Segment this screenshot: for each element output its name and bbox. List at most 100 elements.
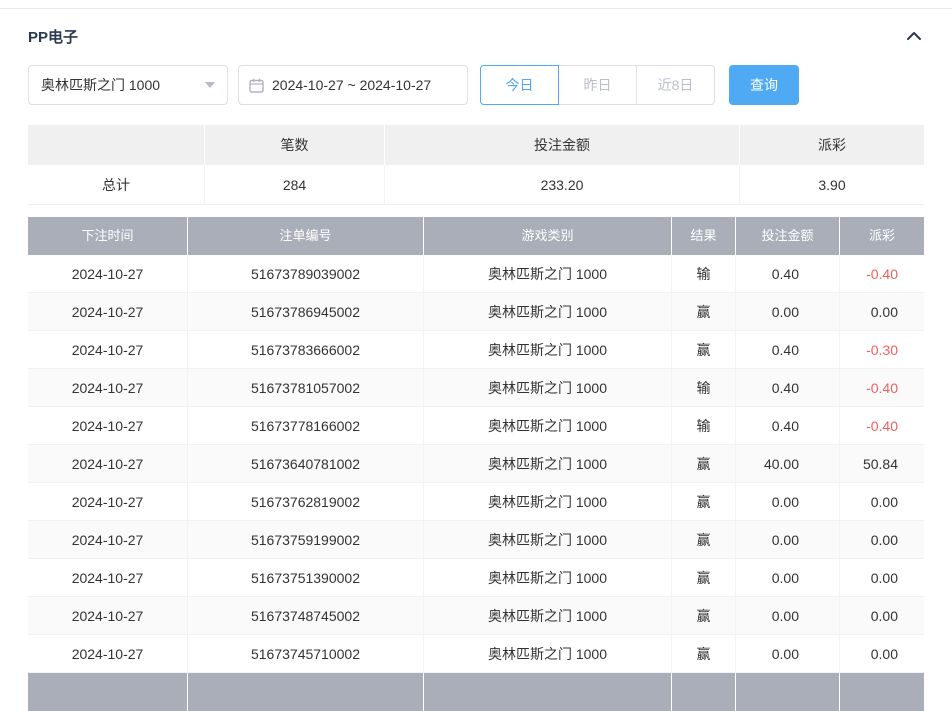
cell-bet-amount: 0.00 (736, 597, 840, 634)
panel-header: PP电子 (28, 25, 924, 47)
cell-payout: 50.84 (862, 456, 898, 472)
table-row: 2024-10-27 51673783666002 奥林匹斯之门 1000 赢 … (28, 331, 924, 369)
cell-order-id: 51673748745002 (188, 597, 424, 634)
cell-result: 赢 (672, 559, 736, 596)
cell-order-id: 51673759199002 (188, 521, 424, 558)
cell-order-id: 51673786945002 (188, 293, 424, 330)
summary-table: 笔数 投注金额 派彩 总计 284 233.20 3.90 (28, 125, 924, 205)
cell-bet-time: 2024-10-27 (28, 407, 188, 444)
quick-btn-last-8-days[interactable]: 近8日 (636, 65, 715, 105)
summary-header-blank (28, 125, 205, 165)
cell-bet-amount: 0.40 (736, 255, 840, 292)
cell-payout: 0.00 (870, 304, 898, 320)
cell-bet-time: 2024-10-27 (28, 559, 188, 596)
cell-payout: 0.00 (870, 570, 898, 586)
cell-game-type: 奥林匹斯之门 1000 (424, 331, 672, 368)
summary-total-bet-amount: 233.20 (385, 165, 740, 205)
cell-order-id: 51673745710002 (188, 635, 424, 672)
cell-bet-amount: 0.40 (736, 369, 840, 406)
cell-bet-amount: 0.00 (736, 293, 840, 330)
cell-result: 赢 (672, 635, 736, 672)
summary-total-payout: 3.90 (740, 165, 924, 205)
chevron-down-icon (205, 82, 215, 88)
cell-order-id: 51673789039002 (188, 255, 424, 292)
cell-bet-time: 2024-10-27 (28, 521, 188, 558)
date-range-input[interactable]: 2024-10-27 ~ 2024-10-27 (238, 65, 468, 105)
header-result: 结果 (672, 217, 736, 255)
cell-game-type: 奥林匹斯之门 1000 (424, 445, 672, 482)
table-row: 2024-10-27 51673748745002 奥林匹斯之门 1000 赢 … (28, 597, 924, 635)
cell-game-type: 奥林匹斯之门 1000 (424, 369, 672, 406)
header-bet-amount: 投注金额 (736, 217, 840, 255)
header-bet-time: 下注时间 (28, 217, 188, 255)
cell-bet-time: 2024-10-27 (28, 255, 188, 292)
cell-bet-time: 2024-10-27 (28, 369, 188, 406)
bet-records-table: 下注时间 注单编号 游戏类别 结果 投注金额 派彩 2024-10-27 516… (28, 217, 924, 711)
pp-electronics-panel: PP电子 奥林匹斯之门 1000 2024-10-27 ~ 2024-10-27 (0, 8, 952, 711)
cell-payout: -0.40 (866, 418, 898, 434)
cell-game-type: 奥林匹斯之门 1000 (424, 483, 672, 520)
quick-btn-yesterday[interactable]: 昨日 (558, 65, 637, 105)
cell-game-type: 奥林匹斯之门 1000 (424, 407, 672, 444)
cell-bet-time: 2024-10-27 (28, 483, 188, 520)
cell-game-type: 奥林匹斯之门 1000 (424, 255, 672, 292)
cell-game-type: 奥林匹斯之门 1000 (424, 293, 672, 330)
panel-title: PP电子 (28, 28, 79, 46)
cell-result: 输 (672, 407, 736, 444)
table-row: 2024-10-27 51673762819002 奥林匹斯之门 1000 赢 … (28, 483, 924, 521)
cell-order-id: 51673781057002 (188, 369, 424, 406)
game-select[interactable]: 奥林匹斯之门 1000 (28, 65, 228, 105)
cell-payout: 0.00 (870, 646, 898, 662)
summary-header-count: 笔数 (205, 125, 385, 165)
cell-bet-amount: 0.40 (736, 407, 840, 444)
cell-game-type: 奥林匹斯之门 1000 (424, 635, 672, 672)
cell-payout: -0.40 (866, 266, 898, 282)
partial-next-header-row (28, 673, 924, 711)
cell-order-id: 51673751390002 (188, 559, 424, 596)
cell-bet-time: 2024-10-27 (28, 597, 188, 634)
cell-bet-time: 2024-10-27 (28, 635, 188, 672)
search-button[interactable]: 查询 (729, 65, 799, 105)
header-game-type: 游戏类别 (424, 217, 672, 255)
filter-bar: 奥林匹斯之门 1000 2024-10-27 ~ 2024-10-27 今日 昨… (28, 65, 924, 105)
collapse-button[interactable] (904, 26, 924, 46)
cell-result: 输 (672, 255, 736, 292)
bet-table-body: 2024-10-27 51673789039002 奥林匹斯之门 1000 输 … (28, 255, 924, 673)
cell-order-id: 51673778166002 (188, 407, 424, 444)
quick-date-button-group: 今日 昨日 近8日 (480, 65, 715, 105)
table-row: 2024-10-27 51673640781002 奥林匹斯之门 1000 赢 … (28, 445, 924, 483)
cell-result: 赢 (672, 293, 736, 330)
cell-result: 输 (672, 369, 736, 406)
cell-result: 赢 (672, 483, 736, 520)
calendar-icon (249, 78, 264, 93)
cell-result: 赢 (672, 597, 736, 634)
cell-bet-time: 2024-10-27 (28, 445, 188, 482)
cell-bet-amount: 40.00 (736, 445, 840, 482)
cell-order-id: 51673783666002 (188, 331, 424, 368)
cell-bet-amount: 0.00 (736, 635, 840, 672)
cell-result: 赢 (672, 521, 736, 558)
summary-header-bet-amount: 投注金额 (385, 125, 740, 165)
header-order-id: 注单编号 (188, 217, 424, 255)
cell-bet-amount: 0.00 (736, 483, 840, 520)
cell-payout: -0.40 (866, 380, 898, 396)
table-row: 2024-10-27 51673745710002 奥林匹斯之门 1000 赢 … (28, 635, 924, 673)
cell-order-id: 51673640781002 (188, 445, 424, 482)
date-range-value: 2024-10-27 ~ 2024-10-27 (272, 77, 432, 93)
game-select-value: 奥林匹斯之门 1000 (41, 77, 161, 93)
table-row: 2024-10-27 51673778166002 奥林匹斯之门 1000 输 … (28, 407, 924, 445)
cell-payout: 0.00 (870, 494, 898, 510)
table-header-row: 下注时间 注单编号 游戏类别 结果 投注金额 派彩 (28, 217, 924, 255)
cell-game-type: 奥林匹斯之门 1000 (424, 521, 672, 558)
table-row: 2024-10-27 51673786945002 奥林匹斯之门 1000 赢 … (28, 293, 924, 331)
cell-result: 赢 (672, 331, 736, 368)
summary-header-row: 笔数 投注金额 派彩 (28, 125, 924, 165)
summary-total-label: 总计 (28, 165, 205, 205)
cell-game-type: 奥林匹斯之门 1000 (424, 597, 672, 634)
cell-bet-time: 2024-10-27 (28, 293, 188, 330)
chevron-up-icon (906, 28, 922, 44)
cell-bet-amount: 0.40 (736, 331, 840, 368)
cell-payout: 0.00 (870, 532, 898, 548)
cell-bet-amount: 0.00 (736, 521, 840, 558)
quick-btn-today[interactable]: 今日 (480, 65, 559, 105)
